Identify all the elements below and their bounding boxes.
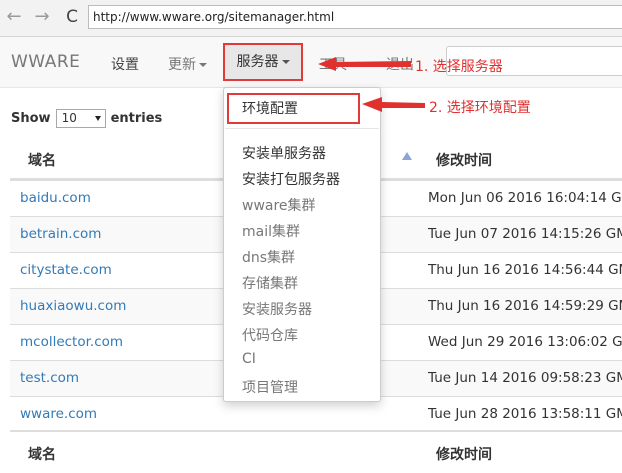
annotation-step1: 1. 选择服务器 — [415, 59, 503, 75]
browser-toolbar: ← → C http://www.wware.org/sitemanager.h… — [0, 0, 622, 37]
menu-item-project-management[interactable]: 项目管理 — [242, 377, 298, 397]
nav-server-dropdown-toggle[interactable]: 服务器 — [223, 43, 303, 81]
nav-settings[interactable]: 设置 — [111, 54, 139, 74]
menu-item-storage-cluster[interactable]: 存储集群 — [242, 273, 298, 293]
nav-update[interactable]: 更新 — [168, 54, 207, 74]
brand-logo[interactable]: WWARE — [11, 52, 80, 72]
column-header-modified[interactable]: 修改时间 — [436, 150, 492, 170]
forward-arrow-icon[interactable]: → — [32, 7, 52, 27]
menu-item-install-single-server[interactable]: 安装单服务器 — [242, 143, 326, 163]
entries-select-value: 10 — [61, 111, 77, 125]
nav-logout[interactable]: 退出 — [386, 54, 414, 74]
back-arrow-icon[interactable]: ← — [4, 7, 24, 27]
entries-length-control: Show 10 entries — [11, 109, 162, 128]
caret-down-icon — [199, 63, 207, 67]
domain-link[interactable]: wware.com — [20, 406, 97, 422]
chevron-down-icon — [94, 116, 101, 121]
menu-item-code-repo[interactable]: 代码仓库 — [242, 325, 298, 345]
modified-time: Wed Jun 29 2016 13:06:02 GM — [428, 334, 622, 350]
domain-link[interactable]: test.com — [20, 370, 79, 386]
nav-tools-label: 工具 — [319, 57, 347, 73]
entries-suffix-label: entries — [110, 111, 163, 126]
modified-time: Tue Jun 07 2016 14:15:26 GM — [428, 226, 622, 242]
menu-divider — [225, 128, 379, 129]
modified-time: Tue Jun 14 2016 09:58:23 GM — [428, 370, 622, 386]
menu-item-mail-cluster[interactable]: mail集群 — [242, 221, 300, 241]
menu-item-dns-cluster[interactable]: dns集群 — [242, 247, 295, 267]
domain-link[interactable]: citystate.com — [20, 262, 112, 278]
entries-select[interactable]: 10 — [55, 109, 106, 128]
caret-down-icon — [281, 60, 290, 64]
menu-item-install-server[interactable]: 安装服务器 — [242, 299, 312, 319]
menu-item-install-package-server[interactable]: 安装打包服务器 — [242, 169, 340, 189]
server-dropdown-menu: 环境配置 安装单服务器 安装打包服务器 wware集群 mail集群 dns集群… — [223, 87, 381, 402]
footer-header-modified: 修改时间 — [436, 447, 492, 463]
domain-link[interactable]: betrain.com — [20, 226, 101, 242]
table-footer: 域名 修改时间 — [10, 430, 622, 473]
modified-time: Thu Jun 16 2016 14:56:44 GM — [428, 262, 622, 278]
sort-ascending-icon[interactable] — [402, 152, 412, 160]
nav-tools[interactable]: 工具 — [319, 54, 358, 74]
nav-server-label: 服务器 — [236, 54, 279, 70]
menu-item-wware-cluster[interactable]: wware集群 — [242, 195, 316, 215]
annotation-step2: 2. 选择环境配置 — [429, 100, 531, 116]
footer-header-domain: 域名 — [28, 447, 56, 463]
modified-time: Tue Jun 28 2016 13:58:11 GM — [428, 406, 622, 422]
menu-item-ci[interactable]: CI — [242, 351, 256, 367]
domain-link[interactable]: mcollector.com — [20, 334, 123, 350]
caret-down-icon — [350, 63, 358, 67]
column-header-domain[interactable]: 域名 — [28, 150, 56, 170]
modified-time: Mon Jun 06 2016 16:04:14 GM — [428, 190, 622, 206]
domain-link[interactable]: huaxiaowu.com — [20, 298, 126, 314]
show-label: Show — [11, 111, 51, 126]
nav-update-label: 更新 — [168, 57, 196, 73]
menu-item-env-config[interactable]: 环境配置 — [242, 98, 298, 118]
modified-time: Thu Jun 16 2016 14:59:29 GM — [428, 298, 622, 314]
domain-link[interactable]: baidu.com — [20, 190, 91, 206]
address-bar[interactable]: http://www.wware.org/sitemanager.html — [88, 5, 622, 29]
reload-icon[interactable]: C — [62, 7, 82, 27]
